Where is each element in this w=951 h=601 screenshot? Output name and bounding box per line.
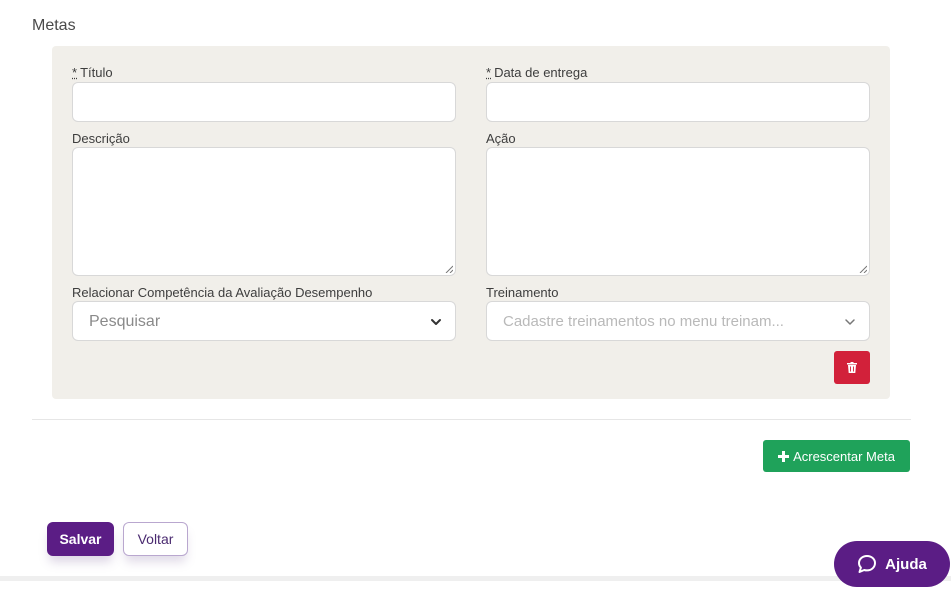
titulo-label: * Título [72, 65, 113, 80]
titulo-input[interactable] [72, 82, 456, 122]
divider [32, 419, 911, 420]
acao-label: Ação [486, 131, 516, 146]
descricao-label: Descrição [72, 131, 130, 146]
treinamento-label: Treinamento [486, 285, 559, 300]
data-entrega-label: * Data de entrega [486, 65, 588, 80]
required-marker: * [486, 65, 492, 80]
chevron-down-icon [845, 319, 855, 325]
help-button[interactable]: Ajuda [834, 541, 950, 587]
bottom-bar [0, 576, 951, 581]
required-marker: * [72, 65, 78, 80]
competencia-placeholder: Pesquisar [89, 313, 161, 330]
trash-icon [847, 362, 857, 373]
plus-icon [778, 450, 790, 462]
data-entrega-input[interactable] [486, 82, 870, 122]
chat-bubble-icon [858, 555, 877, 573]
treinamento-placeholder: Cadastre treinamentos no menu treinam... [503, 313, 784, 330]
acao-textarea[interactable] [486, 147, 870, 276]
descricao-textarea[interactable] [72, 147, 456, 276]
competencia-label: Relacionar Competência da Avaliação Dese… [72, 285, 373, 300]
resize-handle-icon[interactable] [445, 265, 453, 273]
resize-handle-icon[interactable] [859, 265, 867, 273]
section-title: Metas [32, 17, 76, 34]
chevron-down-icon [431, 319, 441, 325]
competencia-select[interactable]: Pesquisar [72, 301, 456, 341]
add-meta-button[interactable]: Acrescentar Meta [763, 440, 910, 472]
delete-meta-button[interactable] [834, 351, 870, 384]
add-meta-label: Acrescentar Meta [793, 448, 895, 464]
treinamento-select[interactable]: Cadastre treinamentos no menu treinam... [486, 301, 870, 341]
help-label: Ajuda [885, 555, 927, 573]
back-button[interactable]: Voltar [123, 522, 188, 556]
save-button[interactable]: Salvar [47, 522, 114, 556]
